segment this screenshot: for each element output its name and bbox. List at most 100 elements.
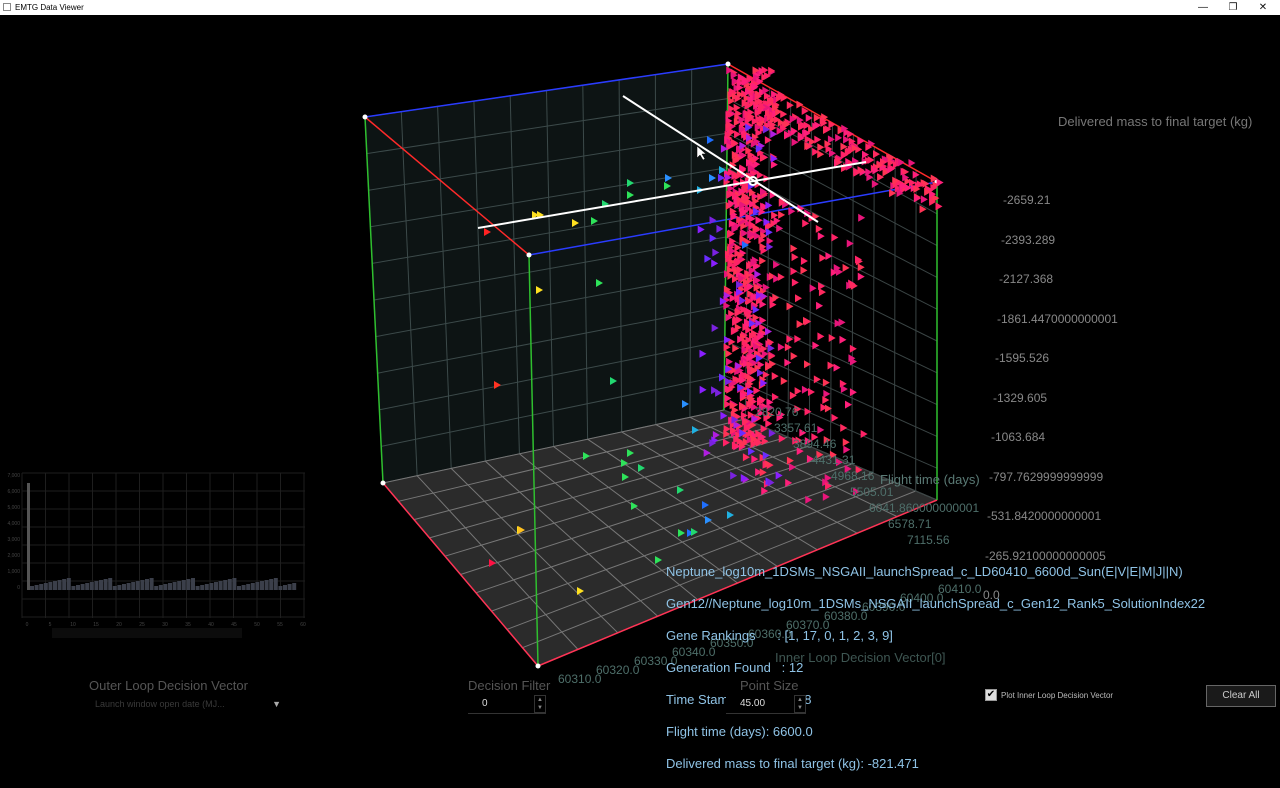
histogram-x-tick: 5 [49,622,52,628]
data-point[interactable] [726,358,733,366]
data-point[interactable] [791,352,798,360]
data-point[interactable] [772,294,779,302]
data-point[interactable] [839,336,846,344]
data-point[interactable] [817,426,824,434]
data-point[interactable] [725,350,732,358]
data-point[interactable] [921,195,928,203]
data-point[interactable] [757,171,764,179]
data-point[interactable] [835,134,842,142]
histogram-bar [209,583,213,590]
data-point[interactable] [819,288,826,296]
spin-arrows-icon[interactable]: ▲▼ [794,695,806,713]
data-point[interactable] [772,372,779,380]
minimize-button[interactable]: — [1186,0,1220,15]
data-point[interactable] [778,273,785,281]
z-tick-label: -531.8420000000001 [987,509,1101,523]
data-point[interactable] [780,110,787,118]
data-point[interactable] [845,401,852,409]
data-point[interactable] [873,150,880,158]
data-point[interactable] [808,388,815,396]
spin-arrows-icon[interactable]: ▲▼ [534,695,546,713]
data-point[interactable] [763,371,770,379]
data-point[interactable] [792,138,799,146]
data-point[interactable] [858,137,865,145]
data-point[interactable] [817,332,824,340]
data-point[interactable] [850,345,857,353]
data-point[interactable] [814,136,821,144]
data-point[interactable] [823,390,830,398]
data-point[interactable] [843,438,850,446]
decision-filter-label: Decision Filter [468,678,550,693]
data-point[interactable] [794,335,801,343]
data-point[interactable] [796,101,803,109]
data-point[interactable] [829,334,836,342]
data-point[interactable] [843,264,850,272]
histogram-x-tick: 30 [162,622,168,628]
data-point[interactable] [754,270,761,278]
data-point[interactable] [791,127,798,135]
data-point[interactable] [823,379,830,387]
data-point[interactable] [737,266,744,274]
data-point[interactable] [790,267,797,275]
data-point[interactable] [805,408,812,416]
data-point[interactable] [828,135,835,143]
data-point[interactable] [792,278,799,286]
data-point[interactable] [831,234,838,242]
data-point[interactable] [816,225,823,233]
data-point[interactable] [831,414,838,422]
data-point[interactable] [802,219,809,227]
data-point[interactable] [778,343,785,351]
data-point[interactable] [778,211,785,219]
data-point[interactable] [790,245,797,253]
data-point[interactable] [770,130,777,138]
data-point[interactable] [763,283,770,291]
data-point[interactable] [898,159,905,167]
data-point[interactable] [801,257,808,265]
data-point[interactable] [802,386,809,394]
histogram-bar [94,581,98,590]
data-point[interactable] [766,243,773,251]
plot-inner-loop-checkbox[interactable]: ✔ [985,689,997,701]
data-point[interactable] [766,228,773,236]
data-point[interactable] [755,216,762,224]
data-point[interactable] [818,282,825,290]
data-point[interactable] [765,327,772,335]
data-point[interactable] [768,344,775,352]
histogram-bar [104,579,108,590]
data-point[interactable] [836,268,843,276]
data-point[interactable] [858,214,865,222]
data-point[interactable] [810,284,817,292]
data-point[interactable] [765,420,772,428]
decision-filter-spinbox[interactable]: 0 ▲▼ [468,695,546,714]
data-point[interactable] [800,266,807,274]
clear-all-button[interactable]: Clear All [1206,685,1276,707]
data-point[interactable] [937,178,944,186]
data-point[interactable] [818,232,825,240]
z-tick-label: -2393.289 [1001,233,1055,247]
data-point[interactable] [795,294,802,302]
data-point[interactable] [834,364,841,372]
data-point[interactable] [759,300,766,308]
outer-loop-dropdown[interactable]: Launch window open date (MJ... ▼ [95,699,285,713]
data-point[interactable] [772,393,779,401]
data-point[interactable] [759,257,766,265]
restore-button[interactable]: ❐ [1216,0,1250,15]
data-point[interactable] [816,302,823,310]
data-point[interactable] [840,424,847,432]
histogram-bar [177,581,181,590]
data-point[interactable] [792,253,799,261]
close-button[interactable]: ✕ [1246,0,1280,15]
data-point[interactable] [797,320,804,328]
data-point[interactable] [819,254,826,262]
data-point[interactable] [850,388,857,396]
data-point[interactable] [935,202,942,210]
point-size-spinbox[interactable]: 45.00 ▲▼ [726,695,806,714]
data-point[interactable] [858,273,865,281]
data-point[interactable] [795,387,802,395]
data-point[interactable] [841,385,848,393]
data-point[interactable] [822,396,829,404]
data-point[interactable] [784,359,791,367]
data-point[interactable] [781,377,788,385]
data-point[interactable] [858,263,865,271]
data-point[interactable] [908,159,915,167]
